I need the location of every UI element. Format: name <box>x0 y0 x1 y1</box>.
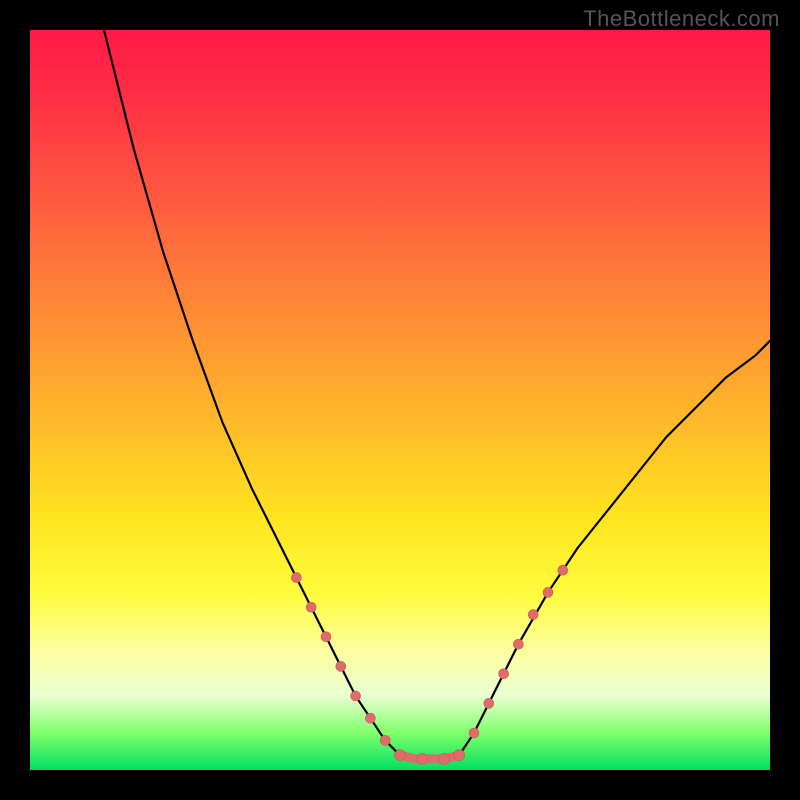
chart-svg <box>30 30 770 770</box>
curve-marker <box>469 728 479 738</box>
curve-marker <box>484 698 494 708</box>
curve-marker <box>543 587 553 597</box>
curve-marker <box>454 750 465 761</box>
attribution-text: TheBottleneck.com <box>583 6 780 32</box>
curve-marker <box>365 713 375 723</box>
curve-marker <box>321 632 331 642</box>
curve-marker <box>558 565 568 575</box>
curve-marker <box>336 661 346 671</box>
curve-markers <box>291 565 567 764</box>
curve-right-branch <box>459 341 770 755</box>
curve-marker <box>351 691 361 701</box>
curve-marker <box>439 753 450 764</box>
chart-frame: TheBottleneck.com <box>0 0 800 800</box>
curve-marker <box>291 573 301 583</box>
curve-marker <box>417 753 428 764</box>
curve-marker <box>395 750 406 761</box>
curve-left-branch <box>104 30 400 755</box>
curve-marker <box>528 610 538 620</box>
curve-marker <box>499 669 509 679</box>
curve-marker <box>380 735 390 745</box>
curve-marker <box>306 602 316 612</box>
curve-marker <box>513 639 523 649</box>
plot-area <box>30 30 770 770</box>
